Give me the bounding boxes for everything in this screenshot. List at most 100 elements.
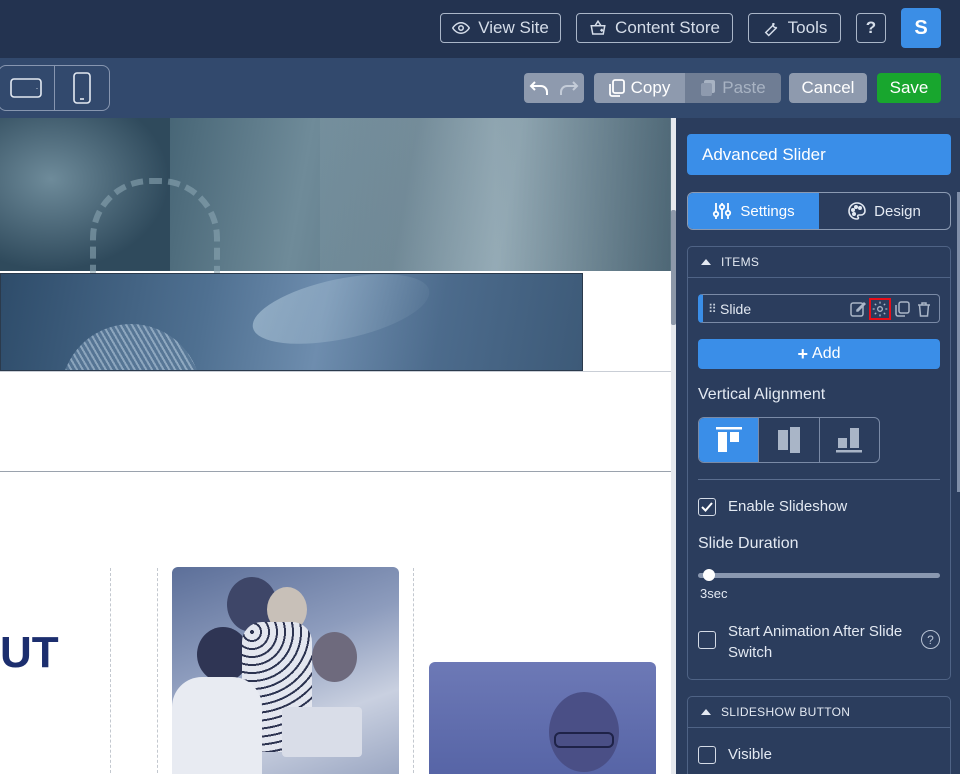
page-canvas[interactable]: UT bbox=[0, 118, 671, 774]
basket-icon bbox=[590, 19, 606, 35]
redo-button[interactable] bbox=[554, 73, 584, 103]
slide-texture bbox=[61, 324, 201, 370]
edit-icon[interactable] bbox=[847, 298, 869, 320]
save-label: Save bbox=[889, 78, 929, 97]
align-top-button[interactable] bbox=[699, 418, 759, 462]
vertical-alignment-options bbox=[698, 417, 880, 463]
slide-duration-slider[interactable] bbox=[698, 573, 940, 578]
gear-icon[interactable] bbox=[869, 297, 891, 320]
eye-icon bbox=[452, 21, 471, 35]
help-circle-icon[interactable]: ? bbox=[921, 630, 940, 649]
help-label: ? bbox=[865, 18, 877, 37]
tab-settings[interactable]: Settings bbox=[688, 193, 819, 229]
start-animation-label-line2: Switch bbox=[728, 644, 773, 661]
panel-divider bbox=[698, 479, 940, 480]
column-guide bbox=[413, 568, 414, 774]
undo-redo-group bbox=[524, 73, 584, 103]
section-divider bbox=[0, 371, 671, 372]
slideshow-button-section: SLIDESHOW BUTTON bbox=[687, 696, 951, 774]
items-section-header[interactable]: ITEMS bbox=[688, 247, 950, 278]
laptop-shape bbox=[282, 707, 362, 757]
view-site-button[interactable]: View Site bbox=[440, 13, 561, 43]
mobile-icon bbox=[72, 72, 91, 104]
widget-title-label: Advanced Slider bbox=[702, 144, 826, 164]
team-photo[interactable] bbox=[172, 567, 399, 774]
enable-slideshow-checkbox[interactable] bbox=[698, 498, 716, 516]
tab-settings-label: Settings bbox=[740, 202, 795, 220]
tools-button[interactable]: Tools bbox=[748, 13, 841, 43]
align-top-icon bbox=[715, 427, 742, 452]
paste-button[interactable]: Paste bbox=[685, 73, 781, 103]
portrait-photo[interactable] bbox=[429, 662, 656, 774]
align-middle-button[interactable] bbox=[758, 418, 818, 462]
add-item-button[interactable]: + Add bbox=[698, 339, 940, 369]
copy-button[interactable]: Copy bbox=[594, 73, 685, 103]
top-bar: View Site Content Store Tools ? S bbox=[0, 0, 960, 58]
tablet-landscape-icon bbox=[10, 78, 43, 98]
save-button[interactable]: Save bbox=[877, 73, 941, 103]
checkmark-icon bbox=[701, 502, 713, 512]
drag-handle-icon[interactable]: ⠿ bbox=[708, 302, 718, 316]
items-section-title: ITEMS bbox=[721, 255, 760, 269]
user-avatar[interactable]: S bbox=[901, 8, 941, 48]
palette-icon bbox=[848, 202, 866, 220]
slideshow-button-section-header[interactable]: SLIDESHOW BUTTON bbox=[688, 697, 950, 728]
column-guide bbox=[110, 568, 111, 774]
section-heading[interactable]: UT bbox=[0, 628, 59, 678]
slide-leaf-shape bbox=[246, 274, 436, 358]
column-guide bbox=[157, 568, 158, 774]
help-button[interactable]: ? bbox=[856, 13, 886, 43]
undo-icon bbox=[529, 81, 548, 95]
avatar-initial: S bbox=[914, 16, 928, 39]
hero-image[interactable] bbox=[0, 118, 671, 273]
slide-item[interactable]: ⠿ Slide bbox=[698, 294, 940, 323]
copy-icon bbox=[608, 79, 625, 97]
duplicate-icon[interactable] bbox=[891, 298, 913, 320]
glasses-shape bbox=[554, 732, 614, 748]
advanced-slider-slide[interactable] bbox=[0, 273, 583, 371]
slide-item-label: Slide bbox=[720, 300, 752, 317]
plus-icon: + bbox=[797, 343, 809, 364]
align-middle-icon bbox=[777, 427, 800, 453]
paste-icon bbox=[701, 80, 716, 96]
mobile-view-button[interactable] bbox=[53, 66, 110, 110]
content-store-button[interactable]: Content Store bbox=[576, 13, 733, 43]
slide-duration-value: 3sec bbox=[700, 586, 728, 601]
slideshow-button-section-title: SLIDESHOW BUTTON bbox=[721, 705, 851, 719]
panel-tabs: Settings Design bbox=[687, 192, 951, 230]
view-site-label: View Site bbox=[478, 18, 549, 37]
cancel-label: Cancel bbox=[801, 78, 855, 97]
caret-up-icon bbox=[701, 259, 711, 265]
visible-checkbox[interactable] bbox=[698, 746, 716, 764]
paste-label: Paste bbox=[722, 78, 766, 97]
undo-button[interactable] bbox=[524, 73, 554, 103]
hero-blur-shape bbox=[320, 118, 670, 271]
cancel-button[interactable]: Cancel bbox=[789, 73, 867, 103]
trash-icon[interactable] bbox=[913, 298, 935, 320]
copy-label: Copy bbox=[630, 78, 671, 97]
add-item-label: Add bbox=[812, 345, 841, 362]
caret-up-icon bbox=[701, 709, 711, 715]
redo-icon bbox=[560, 81, 579, 95]
vertical-alignment-label: Vertical Alignment bbox=[698, 386, 826, 403]
editor-toolbar: Copy Paste Cancel Save bbox=[0, 58, 960, 118]
slide-duration-handle[interactable] bbox=[703, 569, 715, 581]
shirt-shape bbox=[172, 677, 262, 774]
start-animation-label-line1: Start Animation After Slide bbox=[728, 623, 903, 640]
tab-design-label: Design bbox=[874, 202, 921, 220]
tab-design[interactable]: Design bbox=[819, 193, 950, 229]
device-switcher bbox=[0, 65, 110, 111]
widget-title: Advanced Slider bbox=[687, 134, 951, 175]
sliders-icon bbox=[713, 203, 732, 219]
wrench-icon bbox=[764, 22, 777, 37]
visible-label: Visible bbox=[728, 746, 772, 763]
tablet-landscape-button[interactable] bbox=[0, 66, 54, 110]
slide-duration-label: Slide Duration bbox=[698, 535, 799, 552]
content-store-label: Content Store bbox=[615, 18, 720, 37]
align-bottom-icon bbox=[836, 428, 863, 453]
hero-chair-shape bbox=[90, 178, 220, 273]
section-divider bbox=[0, 471, 671, 472]
align-bottom-button[interactable] bbox=[818, 418, 879, 462]
start-animation-checkbox[interactable] bbox=[698, 631, 716, 649]
tools-label: Tools bbox=[787, 18, 828, 37]
